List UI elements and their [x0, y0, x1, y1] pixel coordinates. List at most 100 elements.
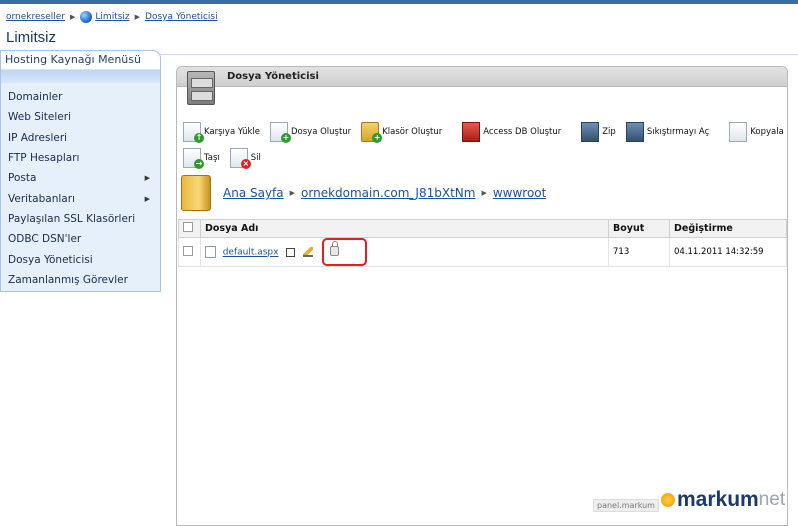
- panel-title: Dosya Yöneticisi: [227, 71, 319, 82]
- chevron-right-icon: ▶: [144, 194, 150, 203]
- rename-icon[interactable]: [286, 247, 296, 257]
- row-checkbox[interactable]: [183, 245, 193, 256]
- new-file-icon: +: [269, 122, 291, 143]
- delete-button[interactable]: × Sil: [229, 148, 261, 169]
- delete-label: Sil: [250, 153, 261, 163]
- create-folder-button[interactable]: + Klasör Oluştur: [361, 122, 443, 143]
- file-size-cell: 713: [608, 237, 670, 267]
- unzip-label: Sıkıştırmayı Aç: [646, 127, 710, 137]
- sidebar-item-label: Veritabanları: [8, 192, 75, 205]
- file-icon: [205, 246, 216, 258]
- upload-label: Karşıya Yükle: [204, 127, 260, 137]
- new-folder-icon: +: [361, 122, 383, 143]
- toolbar: ↑ Karşıya Yükle + Dosya Oluştur + Klasör…: [183, 119, 784, 171]
- sidebar-band: [1, 70, 160, 83]
- file-name-link[interactable]: default.aspx: [223, 248, 279, 258]
- zip-label: Zip: [602, 127, 616, 137]
- path-separator-icon: ▶: [481, 189, 487, 197]
- move-button[interactable]: → Taşı: [183, 148, 220, 169]
- move-label: Taşı: [204, 153, 220, 163]
- path-home-link[interactable]: Ana Sayfa: [223, 186, 284, 200]
- create-file-label: Dosya Oluştur: [290, 127, 352, 137]
- breadcrumb-separator-icon: ▶: [134, 13, 141, 21]
- sidebar-item-scheduled-tasks[interactable]: Zamanlanmış Görevler: [1, 270, 160, 290]
- upload-button[interactable]: ↑ Karşıya Yükle: [183, 122, 260, 143]
- modified-column-header[interactable]: Değiştirme: [669, 219, 787, 238]
- sidebar-item-file-manager[interactable]: Dosya Yöneticisi: [1, 249, 160, 269]
- zip-icon: [581, 122, 600, 142]
- folder-icon: [181, 175, 211, 211]
- table-header-row: Dosya Adı Boyut Değiştirme: [178, 219, 787, 238]
- sidebar-item-label: IP Adresleri: [8, 131, 68, 144]
- chevron-right-icon: ▶: [144, 174, 150, 183]
- size-column-header[interactable]: Boyut: [608, 219, 670, 238]
- sidebar-item-label: Domainler: [8, 91, 63, 104]
- brand-suffix: net: [758, 489, 786, 510]
- table-row: default.aspx 713 04.11.2011 14:32:59: [178, 237, 787, 267]
- brand-name: markum: [676, 488, 759, 511]
- zip-button[interactable]: Zip: [581, 122, 616, 142]
- path-folder-link[interactable]: wwwroot: [493, 186, 547, 200]
- brand-logo: markum net: [660, 488, 786, 512]
- breadcrumb-reseller-link[interactable]: ornekreseller: [6, 12, 65, 22]
- globe-icon: [80, 11, 93, 23]
- file-cabinet-icon: [187, 71, 215, 105]
- sidebar-item-label: Paylaşılan SSL Klasörleri: [8, 212, 136, 225]
- create-access-db-label: Access DB Oluştur: [483, 127, 562, 137]
- sidebar-title: Hosting Kaynağı Menüsü: [1, 51, 160, 70]
- top-bar: [0, 0, 798, 4]
- breadcrumb-space-link[interactable]: Limitsiz: [95, 12, 129, 22]
- sidebar: Hosting Kaynağı Menüsü Domainler Web Sit…: [0, 50, 161, 292]
- sidebar-item-databases[interactable]: Veritabanları ▶: [1, 188, 160, 208]
- row-select-cell: [178, 237, 201, 267]
- breadcrumb-separator-icon: ▶: [70, 13, 76, 21]
- sidebar-item-label: Dosya Yöneticisi: [8, 253, 93, 266]
- copy-button[interactable]: Kopyala: [729, 122, 784, 142]
- create-access-db-button[interactable]: Access DB Oluştur: [462, 122, 561, 142]
- upload-icon: ↑: [183, 122, 204, 143]
- file-name-cell: default.aspx: [200, 237, 609, 267]
- sidebar-item-mail[interactable]: Posta ▶: [1, 168, 160, 188]
- sidebar-item-label: Web Siteleri: [8, 111, 71, 124]
- file-modified-cell: 04.11.2011 14:32:59: [669, 237, 787, 267]
- sidebar-item-label: Posta: [8, 172, 37, 185]
- permissions-highlight: [321, 238, 367, 266]
- copy-label: Kopyala: [750, 127, 784, 137]
- sidebar-item-label: Zamanlanmış Görevler: [8, 273, 128, 286]
- watermark-url: panel.markum: [593, 499, 659, 512]
- unzip-icon: [625, 122, 644, 142]
- copy-icon: [729, 122, 748, 142]
- lock-icon[interactable]: [329, 241, 339, 256]
- sidebar-item-domains[interactable]: Domainler: [1, 87, 160, 107]
- path-domain-link[interactable]: ornekdomain.com_J81bXtNm: [301, 186, 475, 200]
- brand-dot-icon: [660, 493, 675, 507]
- create-folder-label: Klasör Oluştur: [382, 127, 443, 137]
- edit-icon[interactable]: [302, 247, 313, 257]
- path-separator-icon: ▶: [289, 189, 296, 197]
- file-table: Dosya Adı Boyut Değiştirme default.aspx …: [178, 219, 787, 267]
- toolbar-row: → Taşı × Sil: [183, 145, 783, 171]
- toolbar-row: ↑ Karşıya Yükle + Dosya Oluştur + Klasör…: [183, 119, 784, 145]
- sidebar-item-label: FTP Hesapları: [8, 152, 80, 165]
- breadcrumb-file-manager-link[interactable]: Dosya Yöneticisi: [145, 12, 218, 22]
- delete-icon: ×: [229, 148, 251, 169]
- move-icon: →: [183, 148, 204, 169]
- page-title: Limitsiz: [6, 29, 57, 46]
- sidebar-item-odbc[interactable]: ODBC DSN'ler: [1, 229, 160, 249]
- access-db-icon: [462, 122, 481, 142]
- select-all-checkbox[interactable]: [183, 222, 193, 232]
- sidebar-menu: Domainler Web Siteleri IP Adresleri FTP …: [1, 83, 160, 290]
- sidebar-item-shared-ssl[interactable]: Paylaşılan SSL Klasörleri: [1, 209, 160, 229]
- file-manager-panel: Dosya Yöneticisi ↑ Karşıya Yükle + Dosya…: [176, 66, 788, 526]
- create-file-button[interactable]: + Dosya Oluştur: [269, 122, 352, 143]
- sidebar-item-label: ODBC DSN'ler: [8, 233, 82, 246]
- sidebar-item-ftp-accounts[interactable]: FTP Hesapları: [1, 148, 160, 168]
- select-all-header: [178, 219, 201, 238]
- path-bar: Ana Sayfa ▶ ornekdomain.com_J81bXtNm ▶ w…: [181, 175, 546, 211]
- unzip-button[interactable]: Sıkıştırmayı Aç: [625, 122, 710, 142]
- name-column-header[interactable]: Dosya Adı: [200, 219, 609, 238]
- sidebar-item-ip-addresses[interactable]: IP Adresleri: [1, 128, 160, 148]
- breadcrumb: ornekreseller ▶ Limitsiz ▶ Dosya Yönetic…: [6, 11, 218, 23]
- watermark: panel.markum markum net: [593, 488, 785, 512]
- sidebar-item-websites[interactable]: Web Siteleri: [1, 107, 160, 127]
